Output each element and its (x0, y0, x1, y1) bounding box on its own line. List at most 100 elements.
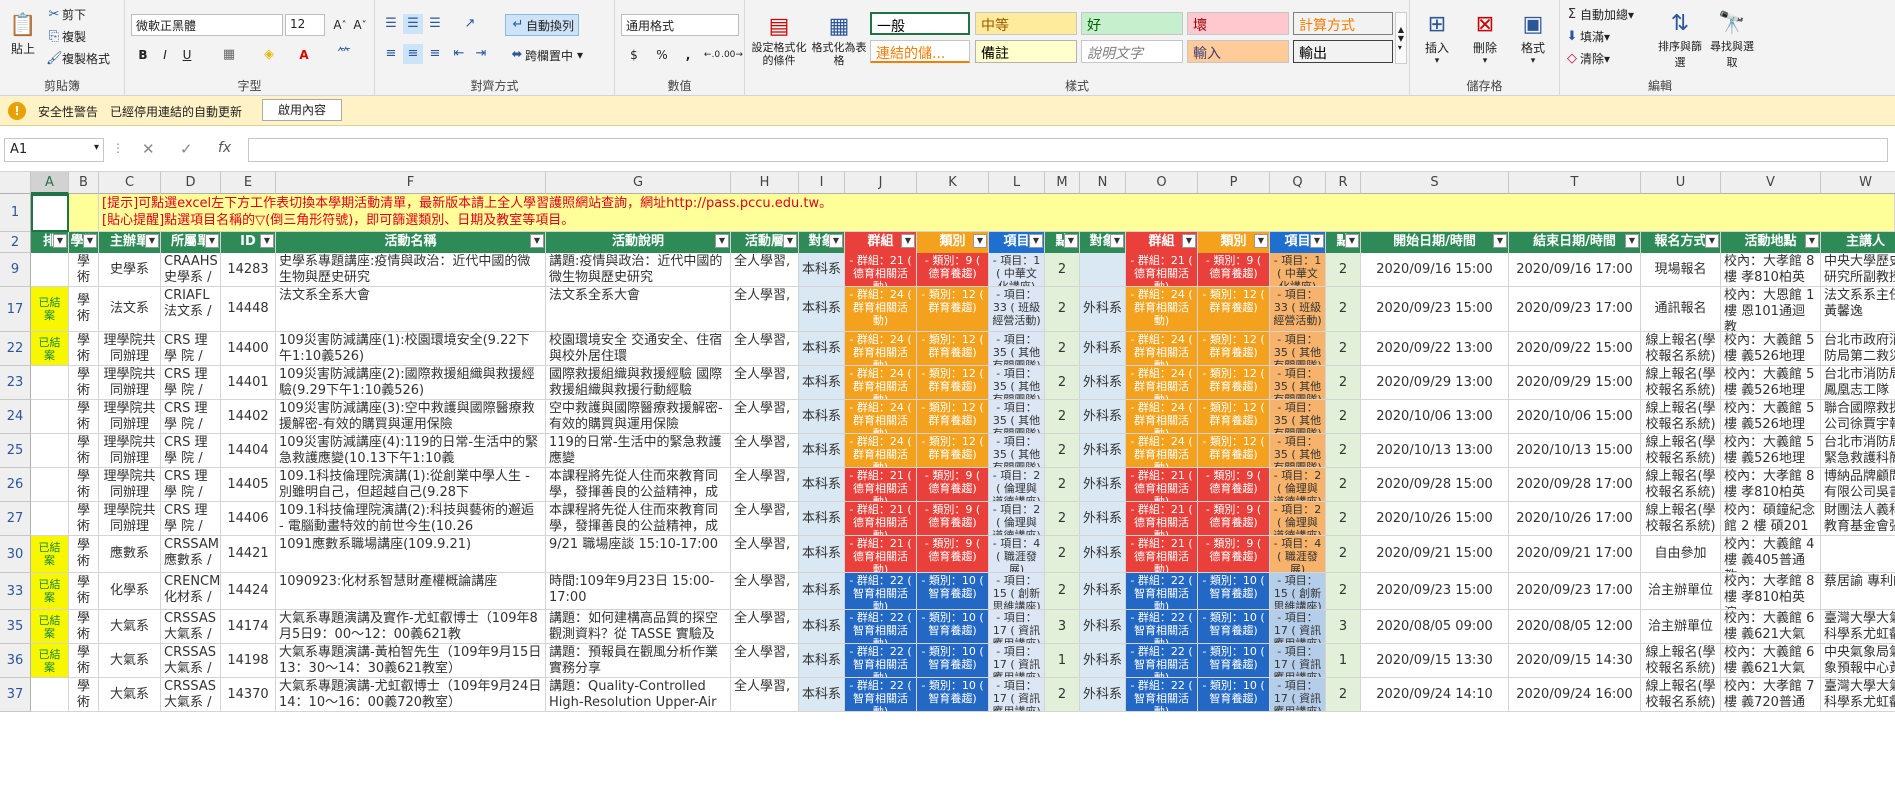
style-calculation[interactable]: 計算方式 (1293, 12, 1393, 35)
cell-f[interactable]: 大氣系專題演講-尤虹叡博士（109年9月24日14：10～16：00義720教室… (276, 678, 546, 712)
increase-indent-button[interactable]: ⇥ (471, 44, 491, 64)
cell-k[interactable]: - 類別：10 ( 智育養趨) (917, 644, 989, 678)
row-header[interactable]: 25 (0, 434, 31, 468)
font-size-select[interactable]: 12 (285, 14, 325, 36)
cell-i[interactable]: 本科系 (799, 332, 845, 366)
cell-t[interactable]: 2020/09/23 17:00 (1509, 573, 1641, 610)
cell-w[interactable]: 財團法人義科教育基金會張 (1821, 502, 1895, 536)
cell-m[interactable]: 1 (1045, 644, 1080, 678)
cut-button[interactable]: ✂ 剪下 (46, 6, 86, 23)
cell-a[interactable] (31, 678, 69, 712)
cell-d[interactable]: CRSSAM 應數系 / (161, 536, 221, 573)
cell-o[interactable]: - 群組：24 ( 群育相關活動) (1126, 434, 1198, 468)
cell-a[interactable]: 已結案 (31, 332, 69, 366)
shrink-font-button[interactable]: A ˅ (351, 14, 369, 36)
column-filter-header[interactable]: 點 ▼ (1045, 232, 1080, 253)
cell-v[interactable]: 校內：大義館 5 樓 義526地理系 (1721, 434, 1821, 468)
align-center-button[interactable]: ≡ (403, 44, 423, 64)
column-header-W[interactable]: W (1821, 172, 1895, 194)
filter-dropdown-icon[interactable]: ▼ (1310, 234, 1324, 248)
cell-w[interactable] (1821, 536, 1895, 573)
cell-h[interactable]: 全人學習, (731, 536, 799, 573)
cell-u[interactable]: 線上報名(學校報名系統) (1641, 502, 1721, 536)
column-filter-header[interactable]: 結束日期/時間 ▼ (1509, 232, 1641, 253)
cell-i[interactable]: 本科系 (799, 678, 845, 712)
cell-r[interactable]: 2 (1326, 536, 1361, 573)
cell-s[interactable]: 2020/09/16 15:00 (1361, 253, 1509, 287)
cell-g[interactable]: 校園環境安全 交通安全、住宿與校外居住環 (546, 332, 731, 366)
cell-j[interactable]: - 群組：21 ( 德育相關活動) (845, 253, 917, 287)
cell-k[interactable]: - 類別：10 ( 智育養趨) (917, 610, 989, 644)
cell-f[interactable]: 法文系全系大會 (276, 287, 546, 332)
cell-w[interactable]: 台北市消防局 緊急救護科簡 (1821, 434, 1895, 468)
select-all-corner[interactable] (0, 172, 31, 194)
find-select-button[interactable]: 🔭 尋找與選取 (1708, 8, 1756, 72)
cell-d[interactable]: CRS 理學 院 / 林琦 (161, 468, 221, 502)
column-header-L[interactable]: L (989, 172, 1045, 194)
cell-p[interactable]: - 類別：9 ( 德育養趨) (1198, 468, 1270, 502)
cell-k[interactable]: - 類別：9 ( 德育養趨) (917, 468, 989, 502)
cell-f[interactable]: 109.1科技倫理院演講(2):科技與藝術的邂逅 - 電腦動畫特效的前世今生(1… (276, 502, 546, 536)
cell-q[interactable]: - 項目：35 ( 其他有關團隊) (1270, 434, 1326, 468)
cell-a[interactable] (31, 434, 69, 468)
cell-w[interactable]: 臺灣大學大氣科學系尤虹叡 (1821, 610, 1895, 644)
cell-b[interactable]: 學術 (69, 253, 99, 287)
cell-c[interactable]: 應數系 (99, 536, 161, 573)
cell-e[interactable]: 14402 (221, 400, 276, 434)
cell-h[interactable]: 全人學習, (731, 332, 799, 366)
cell-q[interactable]: - 項目：1 ( 中華文化講座) (1270, 253, 1326, 287)
cell-j[interactable]: - 群組：24 ( 群育相關活動) (845, 332, 917, 366)
cell-n[interactable] (1080, 253, 1126, 287)
cell-t[interactable]: 2020/09/24 16:00 (1509, 678, 1641, 712)
cell-s[interactable]: 2020/09/24 14:10 (1361, 678, 1509, 712)
row-header[interactable]: 2 (0, 232, 31, 253)
cell-j[interactable]: - 群組：24 ( 群育相關活動) (845, 400, 917, 434)
cell-c[interactable]: 理學院共同辦理 (99, 400, 161, 434)
cell-q[interactable]: - 項目：17 ( 資訊應用講座) (1270, 644, 1326, 678)
filter-dropdown-icon[interactable]: ▼ (1805, 234, 1819, 248)
cell-d[interactable]: CRSSAS 大氣系 / (161, 644, 221, 678)
cell-e[interactable]: 14448 (221, 287, 276, 332)
cell-a[interactable]: 已結案 (31, 644, 69, 678)
row-header[interactable]: 36 (0, 644, 31, 678)
enable-content-button[interactable]: 啟用內容 (262, 99, 342, 121)
sort-filter-button[interactable]: ⇅ 排序與篩選 (1654, 8, 1706, 72)
cell-d[interactable]: CRSSAS 大氣系 / (161, 610, 221, 644)
column-header-V[interactable]: V (1721, 172, 1821, 194)
style-neutral[interactable]: 中等 (975, 12, 1077, 35)
cell-v[interactable]: 校內：大義館 5 樓 義526地理系 (1721, 400, 1821, 434)
filter-dropdown-icon[interactable]: ▼ (783, 234, 797, 248)
cell-m[interactable]: 2 (1045, 468, 1080, 502)
formula-input[interactable] (248, 138, 1888, 162)
cell-g[interactable]: 講題：Quality-Controlled High-Resolution Up… (546, 678, 731, 712)
cell-m[interactable]: 2 (1045, 678, 1080, 712)
cell-i[interactable]: 本科系 (799, 434, 845, 468)
column-filter-header[interactable]: 活動地點 ▼ (1721, 232, 1821, 253)
cell-w[interactable]: 中央氣象局氣象預報中心黃 (1821, 644, 1895, 678)
cell-r[interactable]: 2 (1326, 253, 1361, 287)
row-header[interactable]: 26 (0, 468, 31, 502)
cell-v[interactable]: 校內：大義館 5 樓 義526地理系 (1721, 332, 1821, 366)
cell-l[interactable]: - 項目：35 ( 其他有關團隊) (989, 366, 1045, 400)
cell-u[interactable]: 線上報名(學校報名系統) (1641, 400, 1721, 434)
cell-r[interactable]: 3 (1326, 610, 1361, 644)
cell-p[interactable]: - 類別：12 ( 群育養趨) (1198, 287, 1270, 332)
conditional-format-button[interactable]: ▤ 設定格式化的條件 (749, 8, 809, 72)
cell-a1[interactable] (31, 194, 69, 232)
cell-f[interactable]: 109.1科技倫理院演講(1):從創業中學人生 - 別雖明自己，但超越自己(9.… (276, 468, 546, 502)
column-header-I[interactable]: I (799, 172, 845, 194)
cell-l[interactable]: - 項目：4 ( 職涯發展) (989, 536, 1045, 573)
format-as-table-button[interactable]: ▦ 格式化為表格 (811, 8, 867, 72)
cell-d[interactable]: CRENCM 化材系 / (161, 573, 221, 610)
cell-v[interactable]: 校內：碩鐘紀念館 2 樓 碩201 (1721, 502, 1821, 536)
currency-button[interactable]: $ (623, 44, 645, 66)
delete-button[interactable]: ⊠ 刪除 ▾ (1464, 8, 1506, 68)
cell-h[interactable]: 全人學習, (731, 434, 799, 468)
cell-g[interactable]: 空中救護與國際醫療救援解密-有效的購買與運用保險 (546, 400, 731, 434)
increase-decimal-button[interactable]: ←.0 (703, 44, 721, 66)
cell-b[interactable]: 學術 (69, 536, 99, 573)
column-header-D[interactable]: D (161, 172, 221, 194)
cell-s[interactable]: 2020/09/22 13:00 (1361, 332, 1509, 366)
cell-o[interactable]: - 群組：21 ( 德育相關活動) (1126, 253, 1198, 287)
cell-g[interactable]: 119的日常-生活中的緊急救護應變 (546, 434, 731, 468)
